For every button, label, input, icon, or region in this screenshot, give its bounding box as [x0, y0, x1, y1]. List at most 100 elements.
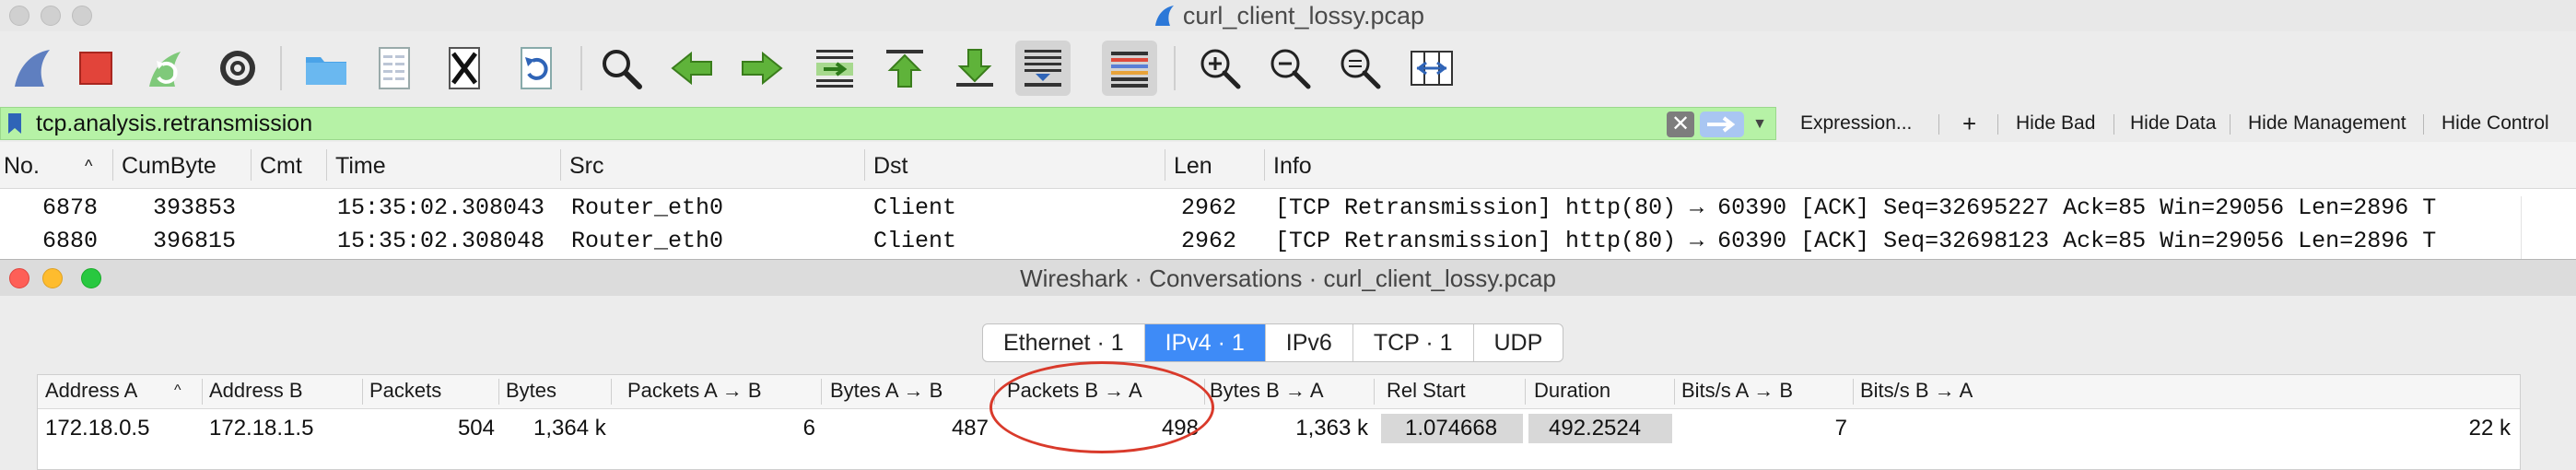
- first-packet-icon[interactable]: [877, 41, 932, 96]
- sort-ascending-icon: ^: [85, 157, 93, 175]
- column-header-duration[interactable]: Duration: [1534, 379, 1610, 403]
- cell-bytes-b-a: 1,363 k: [1295, 416, 1368, 441]
- autoscroll-icon[interactable]: [1015, 41, 1071, 96]
- packet-list-header: No. ^ CumByte Cmt Time Src Dst Len Info: [0, 142, 2576, 189]
- wireshark-fin-icon: [1154, 6, 1174, 26]
- packet-cumbyte: 396815: [153, 228, 237, 254]
- packet-no: 6880: [42, 228, 99, 254]
- hide-data-button[interactable]: Hide Data: [2130, 109, 2216, 138]
- hide-control-button[interactable]: Hide Control: [2441, 109, 2549, 138]
- packet-len: 2962: [1181, 194, 1237, 221]
- tab-ethernet[interactable]: Ethernet · 1: [983, 324, 1145, 361]
- cell-address-b: 172.18.1.5: [209, 416, 314, 441]
- add-filter-button-button[interactable]: +: [1962, 109, 1976, 138]
- column-header-bits-b-a[interactable]: Bits/s B → A: [1860, 379, 1973, 403]
- column-header-len[interactable]: Len: [1174, 153, 1212, 180]
- packet-row[interactable]: 6880 396815 15:35:02.308048 Router_eth0 …: [0, 224, 2576, 257]
- conversations-table: Address A ^ Address B Packets Bytes Pack…: [37, 374, 2521, 470]
- go-to-packet-icon[interactable]: [807, 41, 862, 96]
- column-header-dst[interactable]: Dst: [873, 153, 908, 180]
- window-title-wrap: curl_client_lossy.pcap: [0, 2, 2576, 30]
- go-forward-icon[interactable]: [733, 41, 789, 96]
- hide-bad-button[interactable]: Hide Bad: [2016, 109, 2095, 138]
- cell-rel-start: 1.074668: [1405, 416, 1498, 441]
- cell-bytes: 1,364 k: [533, 416, 606, 441]
- column-header-bytes[interactable]: Bytes: [506, 379, 556, 403]
- arrow-right-icon: [1707, 116, 1736, 133]
- cell-bytes-a-b: 487: [951, 416, 989, 441]
- packet-info: [TCP Retransmission] http(80) → 60390 [A…: [1275, 194, 2437, 221]
- column-header-packets-a-b[interactable]: Packets A → B: [627, 379, 762, 403]
- column-header-cumbyte[interactable]: CumByte: [122, 153, 217, 180]
- packet-time: 15:35:02.308048: [337, 228, 545, 254]
- main-title-bar: curl_client_lossy.pcap: [0, 0, 2576, 31]
- column-header-src[interactable]: Src: [569, 153, 604, 180]
- column-header-address-b[interactable]: Address B: [209, 379, 303, 403]
- cell-bits-a-b: 7: [1834, 416, 1847, 441]
- conversations-title: Wireshark · Conversations · curl_client_…: [1020, 264, 1556, 292]
- column-header-cmt[interactable]: Cmt: [260, 153, 302, 180]
- packet-len: 2962: [1181, 228, 1237, 254]
- open-file-icon[interactable]: [367, 41, 422, 96]
- display-filter-bar: tcp.analysis.retransmission ✕ ▼ Expressi…: [0, 105, 2576, 142]
- tab-ipv4[interactable]: IPv4 · 1: [1144, 324, 1266, 361]
- packet-dst: Client: [873, 228, 957, 254]
- resize-columns-icon[interactable]: [1404, 41, 1459, 96]
- column-header-rel-start[interactable]: Rel Start: [1387, 379, 1466, 403]
- shark-fin-icon[interactable]: [6, 41, 61, 96]
- expression-button[interactable]: Expression...: [1800, 109, 1912, 138]
- cell-address-a: 172.18.0.5: [45, 416, 150, 441]
- go-back-icon[interactable]: [665, 41, 720, 96]
- zoom-out-icon[interactable]: [1262, 41, 1317, 96]
- cell-packets-a-b: 6: [802, 416, 815, 441]
- column-header-info[interactable]: Info: [1273, 153, 1312, 180]
- packet-no: 6878: [42, 194, 99, 221]
- display-filter-value[interactable]: tcp.analysis.retransmission: [36, 111, 312, 137]
- search-icon[interactable]: [593, 41, 649, 96]
- close-file-icon[interactable]: [437, 41, 492, 96]
- open-folder-icon[interactable]: [299, 41, 354, 96]
- gear-icon[interactable]: [210, 41, 265, 96]
- cell-bits-b-a: 22 k: [2468, 416, 2511, 441]
- packet-src: Router_eth0: [571, 228, 724, 254]
- tab-ipv6[interactable]: IPv6: [1266, 324, 1353, 361]
- column-header-bits-a-b[interactable]: Bits/s A → B: [1681, 379, 1793, 403]
- column-header-time[interactable]: Time: [335, 153, 386, 180]
- column-header-bytes-b-a[interactable]: Bytes B → A: [1210, 379, 1324, 403]
- conversations-title-bar: Wireshark · Conversations · curl_client_…: [0, 259, 2576, 297]
- packet-cumbyte: 393853: [153, 194, 237, 221]
- display-filter-input[interactable]: tcp.analysis.retransmission ✕ ▼: [0, 107, 1776, 140]
- window-title: curl_client_lossy.pcap: [1182, 2, 1425, 29]
- clear-filter-button[interactable]: ✕: [1667, 112, 1694, 137]
- column-header-address-a[interactable]: Address A: [45, 379, 137, 403]
- column-header-no[interactable]: No.: [4, 153, 40, 180]
- zoom-normal-icon[interactable]: [1332, 41, 1388, 96]
- restart-icon[interactable]: [138, 41, 193, 96]
- packet-time: 15:35:02.308043: [337, 194, 545, 221]
- reload-icon[interactable]: [509, 41, 564, 96]
- packet-info: [TCP Retransmission] http(80) → 60390 [A…: [1275, 228, 2437, 254]
- main-toolbar: [0, 31, 2576, 105]
- packet-list-scrollbar[interactable]: [2521, 196, 2551, 259]
- highlight-annotation: [989, 361, 1214, 453]
- last-packet-icon[interactable]: [947, 41, 1002, 96]
- cell-duration: 492.2524: [1549, 416, 1642, 441]
- stop-icon[interactable]: [68, 41, 123, 96]
- conversations-table-header: Address A ^ Address B Packets Bytes Pack…: [38, 375, 2520, 409]
- column-header-packets[interactable]: Packets: [369, 379, 441, 403]
- apply-filter-button[interactable]: [1700, 112, 1744, 137]
- packet-list: 6878 393853 15:35:02.308043 Router_eth0 …: [0, 189, 2576, 259]
- conversations-panel: Ethernet · 1 IPv4 · 1 IPv6 TCP · 1 UDP A…: [0, 296, 2576, 470]
- hide-management-button[interactable]: Hide Management: [2248, 109, 2406, 138]
- column-header-bytes-a-b[interactable]: Bytes A → B: [830, 379, 943, 403]
- sort-ascending-icon: ^: [174, 382, 181, 398]
- tab-udp[interactable]: UDP: [1474, 324, 1563, 361]
- bookmark-icon[interactable]: [6, 112, 23, 135]
- colorize-icon[interactable]: [1102, 41, 1157, 96]
- filter-history-dropdown[interactable]: ▼: [1750, 113, 1770, 135]
- conversation-type-tabs: Ethernet · 1 IPv4 · 1 IPv6 TCP · 1 UDP: [982, 323, 1564, 362]
- tab-tcp[interactable]: TCP · 1: [1353, 324, 1474, 361]
- packet-row[interactable]: 6878 393853 15:35:02.308043 Router_eth0 …: [0, 191, 2576, 224]
- packet-dst: Client: [873, 194, 957, 221]
- zoom-in-icon[interactable]: [1192, 41, 1247, 96]
